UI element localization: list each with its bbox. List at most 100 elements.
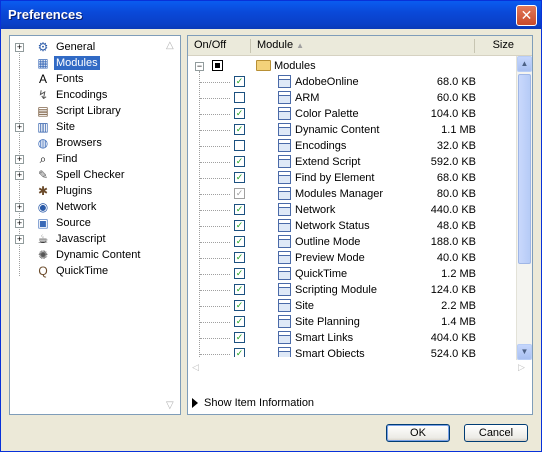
expand-icon[interactable]: +	[15, 219, 24, 228]
table-row[interactable]: ✓ Color Palette 104.0 KB	[188, 106, 516, 122]
table-row[interactable]: ✓ Preview Mode 40.0 KB	[188, 250, 516, 266]
expand-icon[interactable]: +	[15, 155, 24, 164]
module-name: Outline Mode	[295, 236, 361, 248]
horizontal-scrollbar[interactable]: ◁ ▷	[188, 360, 532, 374]
category-tree[interactable]: + ⚙ General ▦ Modules A Fonts ↯ Encodings ▤ Script…	[9, 35, 181, 415]
module-enabled-checkbox[interactable]: ✓	[234, 124, 245, 135]
expand-icon[interactable]: +	[15, 123, 24, 132]
module-enabled-checkbox[interactable]: ✓	[234, 220, 245, 231]
tree-guide-line	[200, 338, 230, 339]
close-button[interactable]: ✕	[516, 5, 537, 26]
module-enabled-checkbox[interactable]: ✓	[234, 172, 245, 183]
module-enabled-checkbox[interactable]: ✓	[234, 348, 245, 357]
module-enabled-checkbox[interactable]: ✓	[234, 156, 245, 167]
sidebar-item-label: Encodings	[56, 89, 108, 101]
module-size: 592.0 KB	[430, 156, 476, 168]
sidebar-item[interactable]: ↯ Encodings	[10, 87, 170, 103]
sidebar-item[interactable]: + ▥ Site	[10, 119, 170, 135]
folder-icon	[256, 60, 271, 71]
module-name: Encodings	[295, 140, 347, 152]
module-enabled-checkbox[interactable]: ✓	[234, 284, 245, 295]
sidebar-item[interactable]: + ▣ Source	[10, 215, 170, 231]
table-row[interactable]: Encodings 32.0 KB	[188, 138, 516, 154]
sidebar-item[interactable]: ▤ Script Library	[10, 103, 170, 119]
table-row[interactable]: ✓ Find by Element 68.0 KB	[188, 170, 516, 186]
scroll-thumb[interactable]	[518, 74, 531, 264]
sidebar-item-label: Browsers	[56, 137, 102, 149]
scroll-right-icon[interactable]: ▷	[518, 362, 528, 372]
sidebar-item[interactable]: + ☕ Javascript	[10, 231, 170, 247]
scroll-up-icon[interactable]: △	[166, 40, 176, 51]
expand-icon[interactable]: +	[15, 43, 24, 52]
module-enabled-checkbox[interactable]: ✓	[234, 236, 245, 247]
sidebar-item-label: General	[56, 41, 96, 53]
module-enabled-checkbox[interactable]: ✓	[234, 108, 245, 119]
sidebar-item-label: Dynamic Content	[56, 249, 141, 261]
expand-icon[interactable]: +	[15, 203, 24, 212]
table-row[interactable]: ✓ Extend Script 592.0 KB	[188, 154, 516, 170]
sidebar-item-label: Site	[56, 121, 75, 133]
scroll-down-icon[interactable]: ▽	[166, 400, 176, 411]
module-enabled-checkbox[interactable]: ✓	[234, 268, 245, 279]
table-row[interactable]: ✓ Site 2.2 MB	[188, 298, 516, 314]
module-enabled-checkbox[interactable]	[234, 140, 245, 151]
module-enabled-checkbox[interactable]: ✓	[234, 332, 245, 343]
table-row[interactable]: ✓ Network 440.0 KB	[188, 202, 516, 218]
sidebar-item[interactable]: + ⚙ General	[10, 39, 170, 55]
module-icon: ▦	[37, 56, 49, 70]
table-row[interactable]: ✓ Scripting Module 124.0 KB	[188, 282, 516, 298]
tree-guide-line	[200, 258, 230, 259]
scroll-down-button[interactable]: ▼	[517, 344, 532, 360]
module-enabled-checkbox[interactable]: ✓	[234, 300, 245, 311]
module-icon	[278, 123, 291, 136]
column-header-size[interactable]: Size	[454, 36, 518, 55]
table-row[interactable]: ✓ Dynamic Content 1.1 MB	[188, 122, 516, 138]
ok-button[interactable]: OK	[386, 424, 450, 442]
table-row[interactable]: ✓ Network Status 48.0 KB	[188, 218, 516, 234]
module-name: Extend Script	[295, 156, 361, 168]
module-enabled-checkbox[interactable]	[234, 92, 245, 103]
sidebar-item-label: Find	[56, 153, 78, 165]
close-icon: ✕	[520, 7, 533, 23]
module-enabled-checkbox[interactable]: ✓	[234, 188, 245, 199]
module-enabled-checkbox[interactable]: ✓	[234, 316, 245, 327]
module-name: Color Palette	[295, 108, 359, 120]
scroll-up-button[interactable]: ▲	[517, 56, 532, 72]
sidebar-item[interactable]: Q QuickTime	[10, 263, 170, 279]
table-row[interactable]: ✓ Modules Manager 80.0 KB	[188, 186, 516, 202]
tree-guide-line	[200, 290, 230, 291]
sidebar-item[interactable]: + ◉ Network	[10, 199, 170, 215]
show-item-information-toggle[interactable]: Show Item Information	[192, 395, 314, 411]
table-row[interactable]: ✓ QuickTime 1.2 MB	[188, 266, 516, 282]
collapse-icon[interactable]: −	[195, 62, 204, 71]
sidebar-item[interactable]: ▦ Modules	[10, 55, 170, 71]
sidebar-item[interactable]: ✱ Plugins	[10, 183, 170, 199]
expand-icon[interactable]: +	[15, 171, 24, 180]
sidebar-item[interactable]: + ⌕ Find	[10, 151, 170, 167]
title-bar[interactable]: Preferences ✕	[1, 1, 541, 29]
modules-list[interactable]: − Modules ✓ AdobeOnline 68.0 KB ARM 60.0 KB ✓…	[188, 57, 516, 357]
sidebar-item[interactable]: ✺ Dynamic Content	[10, 247, 170, 263]
folder-row-modules[interactable]: − Modules	[188, 58, 516, 74]
column-header-onoff[interactable]: On/Off	[188, 36, 250, 55]
sidebar-item[interactable]: + ✎ Spell Checker	[10, 167, 170, 183]
table-row[interactable]: ✓ Smart Links 404.0 KB	[188, 330, 516, 346]
scroll-left-icon[interactable]: ◁	[192, 362, 202, 372]
vertical-scrollbar[interactable]: ▲ ▼	[516, 56, 532, 360]
module-enabled-checkbox[interactable]: ✓	[234, 252, 245, 263]
expand-icon[interactable]: +	[15, 235, 24, 244]
sidebar-item[interactable]: A Fonts	[10, 71, 170, 87]
folder-tristate-checkbox[interactable]	[212, 60, 223, 71]
table-row[interactable]: ARM 60.0 KB	[188, 90, 516, 106]
tree-guide-line	[200, 98, 230, 99]
table-row[interactable]: ✓ Site Planning 1.4 MB	[188, 314, 516, 330]
module-enabled-checkbox[interactable]: ✓	[234, 76, 245, 87]
cancel-button[interactable]: Cancel	[464, 424, 528, 442]
table-row[interactable]: ✓ Smart Objects 524.0 KB	[188, 346, 516, 357]
table-row[interactable]: ✓ AdobeOnline 68.0 KB	[188, 74, 516, 90]
table-row[interactable]: ✓ Outline Mode 188.0 KB	[188, 234, 516, 250]
module-icon	[278, 203, 291, 216]
column-header-module[interactable]: Module ▲	[251, 36, 471, 55]
module-enabled-checkbox[interactable]: ✓	[234, 204, 245, 215]
sidebar-item[interactable]: ◍ Browsers	[10, 135, 170, 151]
